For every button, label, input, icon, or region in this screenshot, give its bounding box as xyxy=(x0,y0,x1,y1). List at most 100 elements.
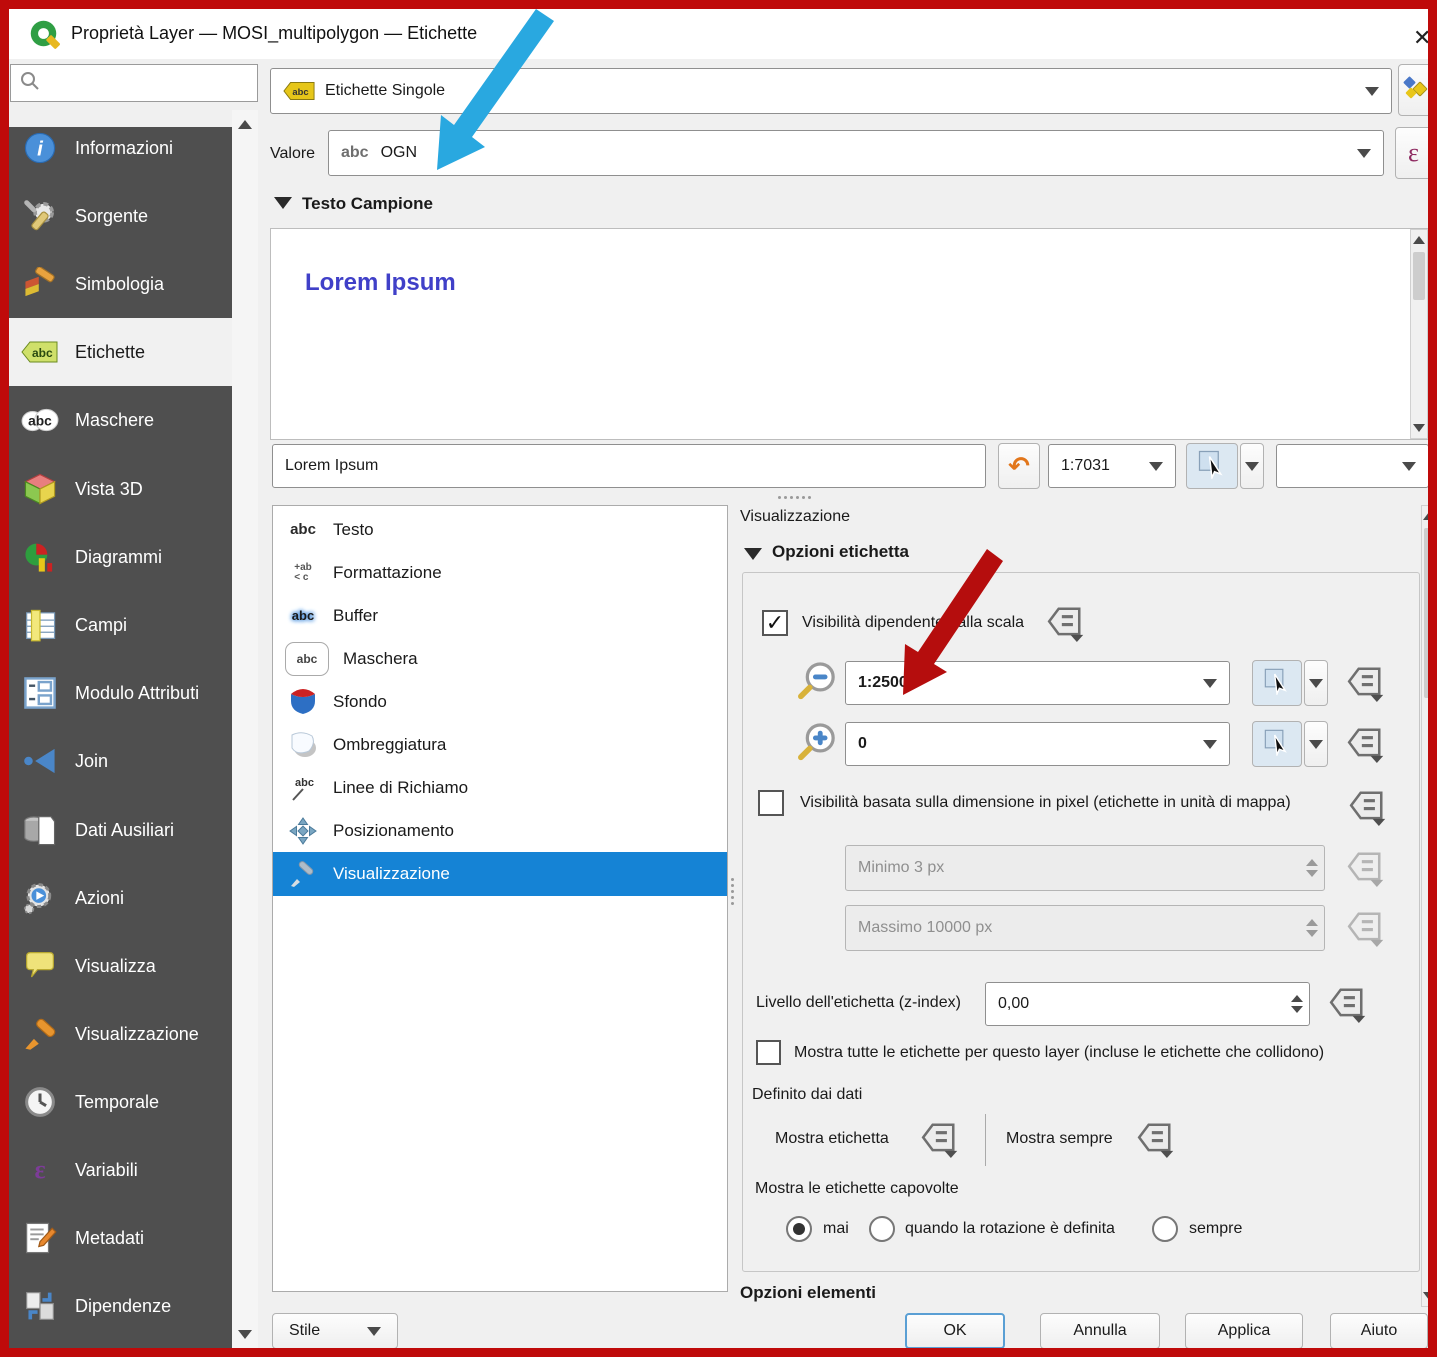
data-defined-override-icon[interactable] xyxy=(1042,602,1088,644)
spinner-arrows-icon[interactable] xyxy=(1306,859,1318,877)
sidebar-item-maschere[interactable]: abc Maschere xyxy=(9,386,232,454)
scroll-down-icon[interactable] xyxy=(1411,418,1427,438)
scale-visibility-label: Visibilità dipendente dalla scala xyxy=(802,614,1024,632)
set-scale-from-canvas-button[interactable] xyxy=(1186,443,1238,489)
scale-visibility-checkbox[interactable]: ✓ xyxy=(762,610,788,636)
sidebar-item-etichette[interactable]: abc Etichette xyxy=(9,318,232,386)
sidebar-item-metadati[interactable]: Metadati xyxy=(9,1204,232,1272)
sample-scale-combobox[interactable]: 1:7031 xyxy=(1048,444,1176,488)
value-field-combobox[interactable]: abc OGN xyxy=(328,130,1384,176)
chevron-down-icon xyxy=(1357,149,1371,158)
min-scale-from-canvas-button[interactable] xyxy=(1252,660,1302,706)
scroll-thumb[interactable] xyxy=(1424,528,1434,698)
sidebar-item-label: Sorgente xyxy=(75,206,148,227)
sidebar-item-simbologia[interactable]: Simbologia xyxy=(9,250,232,318)
set-scale-dropdown-button[interactable] xyxy=(1240,443,1264,489)
expression-epsilon-icon: ε xyxy=(1408,138,1419,168)
show-all-labels-checkbox[interactable] xyxy=(756,1040,781,1065)
sidebar-scroll-up[interactable] xyxy=(232,114,258,134)
sidebar-item-label: Visualizza xyxy=(75,956,156,977)
data-defined-override-icon[interactable] xyxy=(1344,786,1390,828)
sidebar-item-label: Etichette xyxy=(75,342,145,363)
data-defined-override-icon[interactable] xyxy=(916,1118,962,1160)
tab-posizionamento[interactable]: Posizionamento xyxy=(273,809,727,852)
max-scale-dropdown-button[interactable] xyxy=(1304,721,1328,767)
tab-visualizzazione[interactable]: Visualizzazione xyxy=(273,852,727,896)
radio-quando-rotazione[interactable] xyxy=(869,1216,895,1242)
sidebar-item-sorgente[interactable]: Sorgente xyxy=(9,182,232,250)
sidebar-item-dipendenze[interactable]: Dipendenze xyxy=(9,1272,232,1340)
undo-icon: ↶ xyxy=(1008,453,1030,479)
sidebar-item-vista-3d[interactable]: Vista 3D xyxy=(9,455,232,523)
apply-button[interactable]: Applica xyxy=(1185,1313,1303,1349)
help-button[interactable]: Aiuto xyxy=(1330,1313,1428,1349)
data-defined-override-icon[interactable] xyxy=(1324,983,1370,1025)
scroll-down-icon[interactable] xyxy=(1422,1286,1436,1306)
horizontal-splitter-handle[interactable] xyxy=(778,496,811,499)
data-defined-override-icon[interactable] xyxy=(1342,662,1388,704)
radio-mai[interactable] xyxy=(786,1216,812,1242)
tab-ombreggiatura[interactable]: Ombreggiatura xyxy=(273,723,727,766)
data-defined-override-icon[interactable] xyxy=(1342,907,1388,949)
scroll-up-icon[interactable] xyxy=(1422,506,1436,526)
collapse-triangle-icon[interactable] xyxy=(274,197,292,209)
scroll-thumb[interactable] xyxy=(1413,252,1425,300)
data-defined-override-icon[interactable] xyxy=(1342,723,1388,765)
spinner-arrows-icon[interactable] xyxy=(1291,995,1303,1013)
sidebar-item-dati-ausiliari[interactable]: Dati Ausiliari xyxy=(9,796,232,864)
sidebar-item-diagrammi[interactable]: Diagrammi xyxy=(9,523,232,591)
auto-placement-settings-button[interactable] xyxy=(1398,64,1432,116)
min-pixel-size-spinbox[interactable]: Minimo 3 px xyxy=(845,845,1325,891)
qgis-logo xyxy=(27,17,63,58)
sidebar-item-join[interactable]: Join xyxy=(9,727,232,795)
style-button[interactable]: Stile xyxy=(272,1313,398,1349)
expression-builder-button[interactable]: ε xyxy=(1395,127,1432,179)
tab-buffer[interactable]: abc Buffer xyxy=(273,594,727,637)
tab-testo[interactable]: abc Testo xyxy=(273,508,727,551)
max-pixel-size-spinbox[interactable]: Massimo 10000 px xyxy=(845,905,1325,951)
close-icon[interactable]: ✕ xyxy=(1413,25,1431,51)
sidebar-item-campi[interactable]: Campi xyxy=(9,591,232,659)
data-defined-override-icon[interactable] xyxy=(1342,847,1388,889)
min-scale-dropdown-button[interactable] xyxy=(1304,660,1328,706)
tab-formattazione[interactable]: +ab< c Formattazione xyxy=(273,551,727,594)
cancel-button[interactable]: Annulla xyxy=(1040,1313,1160,1349)
vertical-splitter-handle[interactable] xyxy=(731,878,734,905)
sidebar-item-modulo-attributi[interactable]: Modulo Attributi xyxy=(9,659,232,727)
pixel-visibility-checkbox[interactable] xyxy=(758,790,784,816)
placement-settings-icon xyxy=(1402,75,1428,106)
sidebar-item-temporale[interactable]: Temporale xyxy=(9,1068,232,1136)
z-index-spinbox[interactable]: 0,00 xyxy=(985,982,1310,1026)
search-input[interactable] xyxy=(10,64,258,102)
tab-linee-di-richiamo[interactable]: abc Linee di Richiamo xyxy=(273,766,727,809)
tab-maschera[interactable]: abc Maschera xyxy=(273,637,727,680)
sample-preview-scrollbar[interactable] xyxy=(1410,229,1428,439)
collapse-triangle-icon[interactable] xyxy=(744,548,762,560)
rendering-panel-scrollbar[interactable] xyxy=(1421,505,1437,1307)
data-defined-override-icon[interactable] xyxy=(1132,1118,1178,1160)
max-scale-combobox[interactable]: 0 xyxy=(845,722,1230,766)
sample-scale-value: 1:7031 xyxy=(1061,457,1110,475)
sidebar-item-visualizza[interactable]: Visualizza xyxy=(9,932,232,1000)
title-bar: Proprietà Layer — MOSI_multipolygon — Et… xyxy=(9,9,1428,59)
max-scale-from-canvas-button[interactable] xyxy=(1252,721,1302,767)
reset-sample-button[interactable]: ↶ xyxy=(998,443,1040,489)
sidebar-item-informazioni[interactable]: i Informazioni xyxy=(9,114,232,182)
sidebar-item-variabili[interactable]: ε Variabili xyxy=(9,1136,232,1204)
min-scale-combobox[interactable]: 1:25000 xyxy=(845,661,1230,705)
radio-sempre[interactable] xyxy=(1152,1216,1178,1242)
ok-button[interactable]: OK xyxy=(905,1313,1005,1349)
extra-combobox[interactable] xyxy=(1276,444,1429,488)
spinner-arrows-icon[interactable] xyxy=(1306,919,1318,937)
sidebar-item-azioni[interactable]: Azioni xyxy=(9,864,232,932)
temporal-clock-icon xyxy=(21,1085,59,1119)
sidebar-item-visualizzazione[interactable]: Visualizzazione xyxy=(9,1000,232,1068)
zoom-in-icon xyxy=(796,721,838,768)
tab-sfondo[interactable]: Sfondo xyxy=(273,680,727,723)
scroll-up-icon[interactable] xyxy=(1411,230,1427,250)
sidebar-scrollbar[interactable] xyxy=(232,110,258,1348)
sample-text-input[interactable]: Lorem Ipsum xyxy=(272,444,986,488)
help-button-label: Aiuto xyxy=(1361,1322,1397,1340)
sidebar-scroll-down[interactable] xyxy=(232,1324,258,1344)
label-mode-combobox[interactable]: abc Etichette Singole xyxy=(270,68,1392,114)
